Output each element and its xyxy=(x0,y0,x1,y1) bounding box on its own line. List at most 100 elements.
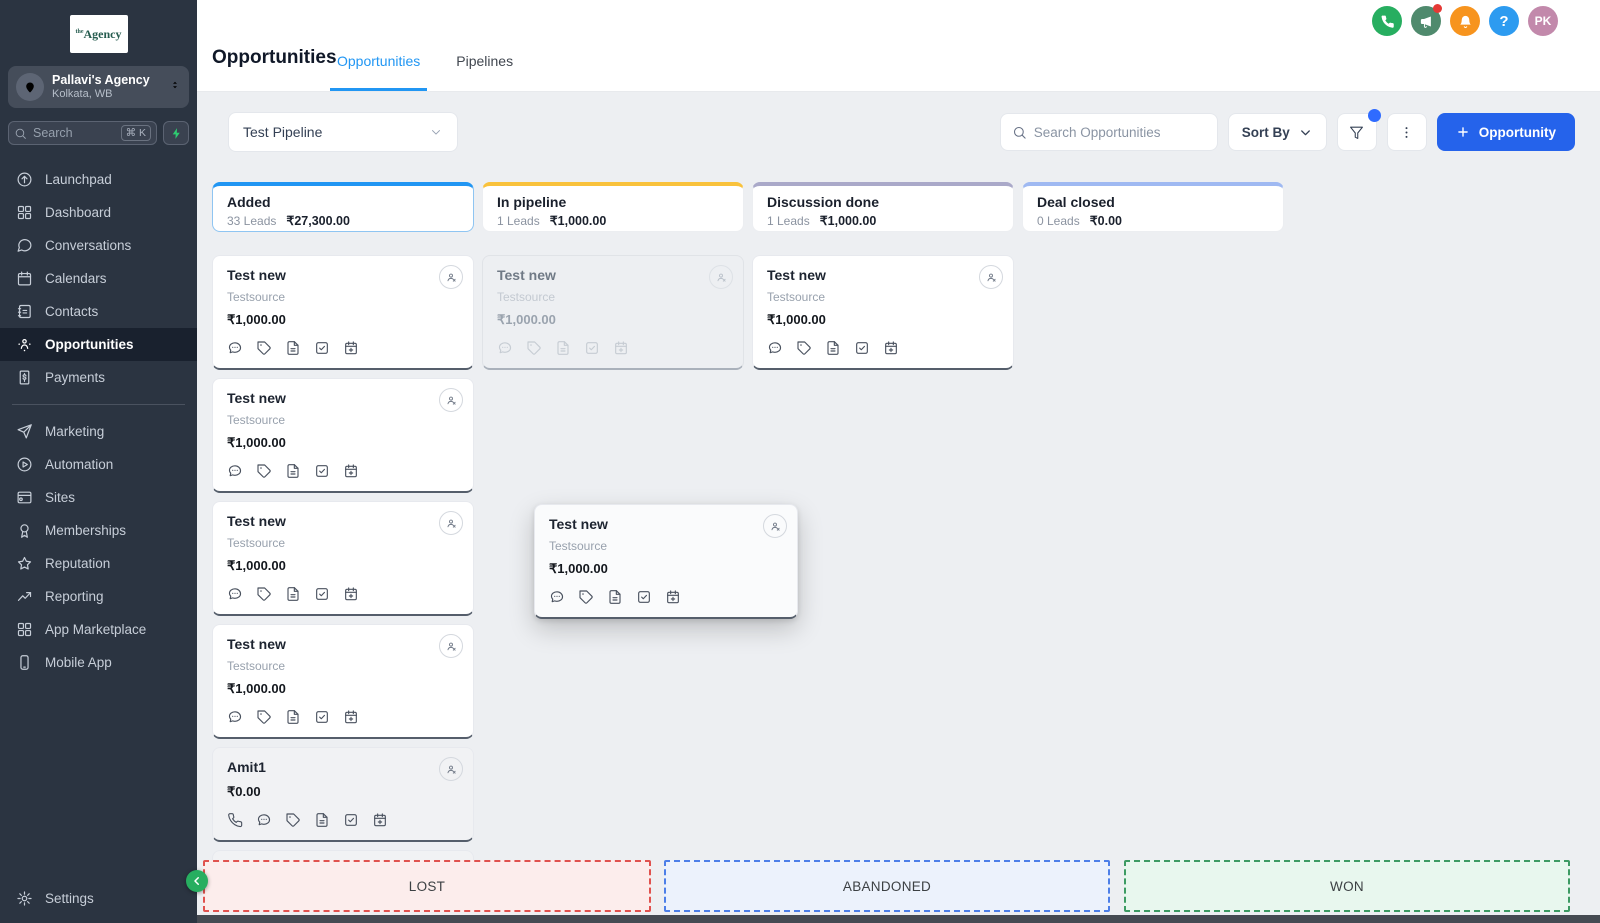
file-icon[interactable] xyxy=(607,589,623,605)
chat-bubble-icon[interactable] xyxy=(497,340,513,356)
pipeline-select[interactable]: Test Pipeline xyxy=(228,112,458,152)
calendar-add-icon[interactable] xyxy=(665,589,681,605)
sidebar-item-mobile-app[interactable]: Mobile App xyxy=(0,646,197,679)
opportunity-card[interactable]: Test newTestsource₹1,000.00 xyxy=(482,255,744,370)
sidebar-item-contacts[interactable]: Contacts xyxy=(0,295,197,328)
sidebar-item-payments[interactable]: Payments xyxy=(0,361,197,394)
opportunity-card[interactable]: Test newTestsource₹1,000.00 xyxy=(212,501,474,616)
opportunity-card[interactable]: Amit1₹0.00 xyxy=(212,747,474,842)
sidebar-item-opportunities[interactable]: Opportunities xyxy=(0,328,197,361)
sidebar-item-launchpad[interactable]: Launchpad xyxy=(0,163,197,196)
file-icon[interactable] xyxy=(285,709,301,725)
calendar-add-icon[interactable] xyxy=(372,812,388,828)
tag-icon[interactable] xyxy=(256,709,272,725)
add-opportunity-button[interactable]: Opportunity xyxy=(1437,113,1575,151)
opportunity-card[interactable]: Test newTestsource₹1,000.00 xyxy=(752,255,1014,370)
more-options-button[interactable] xyxy=(1387,113,1427,151)
opportunity-card[interactable]: Test newTestsource₹1,000.00 xyxy=(212,378,474,493)
filter-button[interactable] xyxy=(1337,113,1377,151)
task-check-icon[interactable] xyxy=(636,589,652,605)
chat-bubble-icon[interactable] xyxy=(227,709,243,725)
task-check-icon[interactable] xyxy=(314,586,330,602)
column-header[interactable]: Added33 Leads₹27,300.00 xyxy=(212,182,474,232)
sidebar-item-automation[interactable]: Automation xyxy=(0,448,197,481)
sidebar-item-app-marketplace[interactable]: App Marketplace xyxy=(0,613,197,646)
dropzone-lost[interactable]: LOST xyxy=(203,860,651,912)
opportunity-search-input[interactable] xyxy=(1034,125,1211,140)
column-header[interactable]: Discussion done1 Leads₹1,000.00 xyxy=(752,182,1014,232)
task-check-icon[interactable] xyxy=(314,463,330,479)
help-button[interactable]: ? xyxy=(1489,6,1519,36)
notification-dot xyxy=(1433,4,1442,13)
tag-icon[interactable] xyxy=(526,340,542,356)
file-icon[interactable] xyxy=(285,463,301,479)
tag-icon[interactable] xyxy=(256,463,272,479)
calendar-add-icon[interactable] xyxy=(343,340,359,356)
sidebar-item-reputation[interactable]: Reputation xyxy=(0,547,197,580)
sidebar-item-conversations[interactable]: Conversations xyxy=(0,229,197,262)
quick-actions-button[interactable] xyxy=(163,121,189,145)
assign-user-button[interactable] xyxy=(439,388,463,412)
tag-icon[interactable] xyxy=(256,586,272,602)
notifications-button[interactable] xyxy=(1450,6,1480,36)
agency-switcher[interactable]: Pallavi's Agency Kolkata, WB xyxy=(8,66,189,108)
card-title: Test new xyxy=(227,636,459,653)
chat-bubble-icon[interactable] xyxy=(549,589,565,605)
sidebar-item-settings[interactable]: Settings xyxy=(16,890,94,907)
profile-button[interactable]: PK xyxy=(1528,6,1558,36)
dropzone-abandoned[interactable]: ABANDONED xyxy=(664,860,1110,912)
sidebar-item-dashboard[interactable]: Dashboard xyxy=(0,196,197,229)
tag-icon[interactable] xyxy=(256,340,272,356)
opportunity-card[interactable]: Test newTestsource₹1,000.00 xyxy=(534,504,798,619)
calendar-add-icon[interactable] xyxy=(343,463,359,479)
sidebar-item-reporting[interactable]: Reporting xyxy=(0,580,197,613)
sidebar-item-sites[interactable]: Sites xyxy=(0,481,197,514)
sidebar-item-calendars[interactable]: Calendars xyxy=(0,262,197,295)
tag-icon[interactable] xyxy=(578,589,594,605)
file-icon[interactable] xyxy=(285,586,301,602)
phone-icon[interactable] xyxy=(227,812,243,828)
file-icon[interactable] xyxy=(285,340,301,356)
chat-bubble-icon[interactable] xyxy=(227,340,243,356)
tag-icon[interactable] xyxy=(285,812,301,828)
announcements-button[interactable] xyxy=(1411,6,1441,36)
sidebar-item-marketing[interactable]: Marketing xyxy=(0,415,197,448)
task-check-icon[interactable] xyxy=(314,709,330,725)
chat-bubble-icon[interactable] xyxy=(227,586,243,602)
file-icon[interactable] xyxy=(314,812,330,828)
column-header[interactable]: In pipeline1 Leads₹1,000.00 xyxy=(482,182,744,232)
sidebar-item-memberships[interactable]: Memberships xyxy=(0,514,197,547)
assign-user-button[interactable] xyxy=(439,757,463,781)
sidebar-collapse-button[interactable] xyxy=(186,870,208,892)
phone-button[interactable] xyxy=(1372,6,1402,36)
chat-bubble-icon[interactable] xyxy=(256,812,272,828)
opportunity-card[interactable]: Test newTestsource₹1,000.00 xyxy=(212,624,474,739)
task-check-icon[interactable] xyxy=(343,812,359,828)
assign-user-button[interactable] xyxy=(439,265,463,289)
sidebar-search-input[interactable]: Search ⌘ K xyxy=(8,121,157,145)
opportunity-card[interactable]: Test newTestsource₹1,000.00 xyxy=(212,255,474,370)
tag-icon[interactable] xyxy=(796,340,812,356)
assign-user-button[interactable] xyxy=(439,511,463,535)
chat-bubble-icon[interactable] xyxy=(767,340,783,356)
task-check-icon[interactable] xyxy=(314,340,330,356)
dropzone-won[interactable]: WON xyxy=(1124,860,1570,912)
calendar-add-icon[interactable] xyxy=(613,340,629,356)
sort-by-button[interactable]: Sort By xyxy=(1228,113,1327,151)
tab-pipelines[interactable]: Pipelines xyxy=(449,49,520,91)
file-icon[interactable] xyxy=(555,340,571,356)
assign-user-button[interactable] xyxy=(709,265,733,289)
calendar-add-icon[interactable] xyxy=(343,586,359,602)
assign-user-button[interactable] xyxy=(763,514,787,538)
chat-bubble-icon[interactable] xyxy=(227,463,243,479)
file-icon[interactable] xyxy=(825,340,841,356)
task-check-icon[interactable] xyxy=(584,340,600,356)
assign-user-button[interactable] xyxy=(439,634,463,658)
assign-user-button[interactable] xyxy=(979,265,1003,289)
column-header[interactable]: Deal closed0 Leads₹0.00 xyxy=(1022,182,1284,232)
conversations-icon xyxy=(16,237,33,254)
task-check-icon[interactable] xyxy=(854,340,870,356)
calendar-add-icon[interactable] xyxy=(883,340,899,356)
calendar-add-icon[interactable] xyxy=(343,709,359,725)
tab-opportunities[interactable]: Opportunities xyxy=(330,49,427,91)
